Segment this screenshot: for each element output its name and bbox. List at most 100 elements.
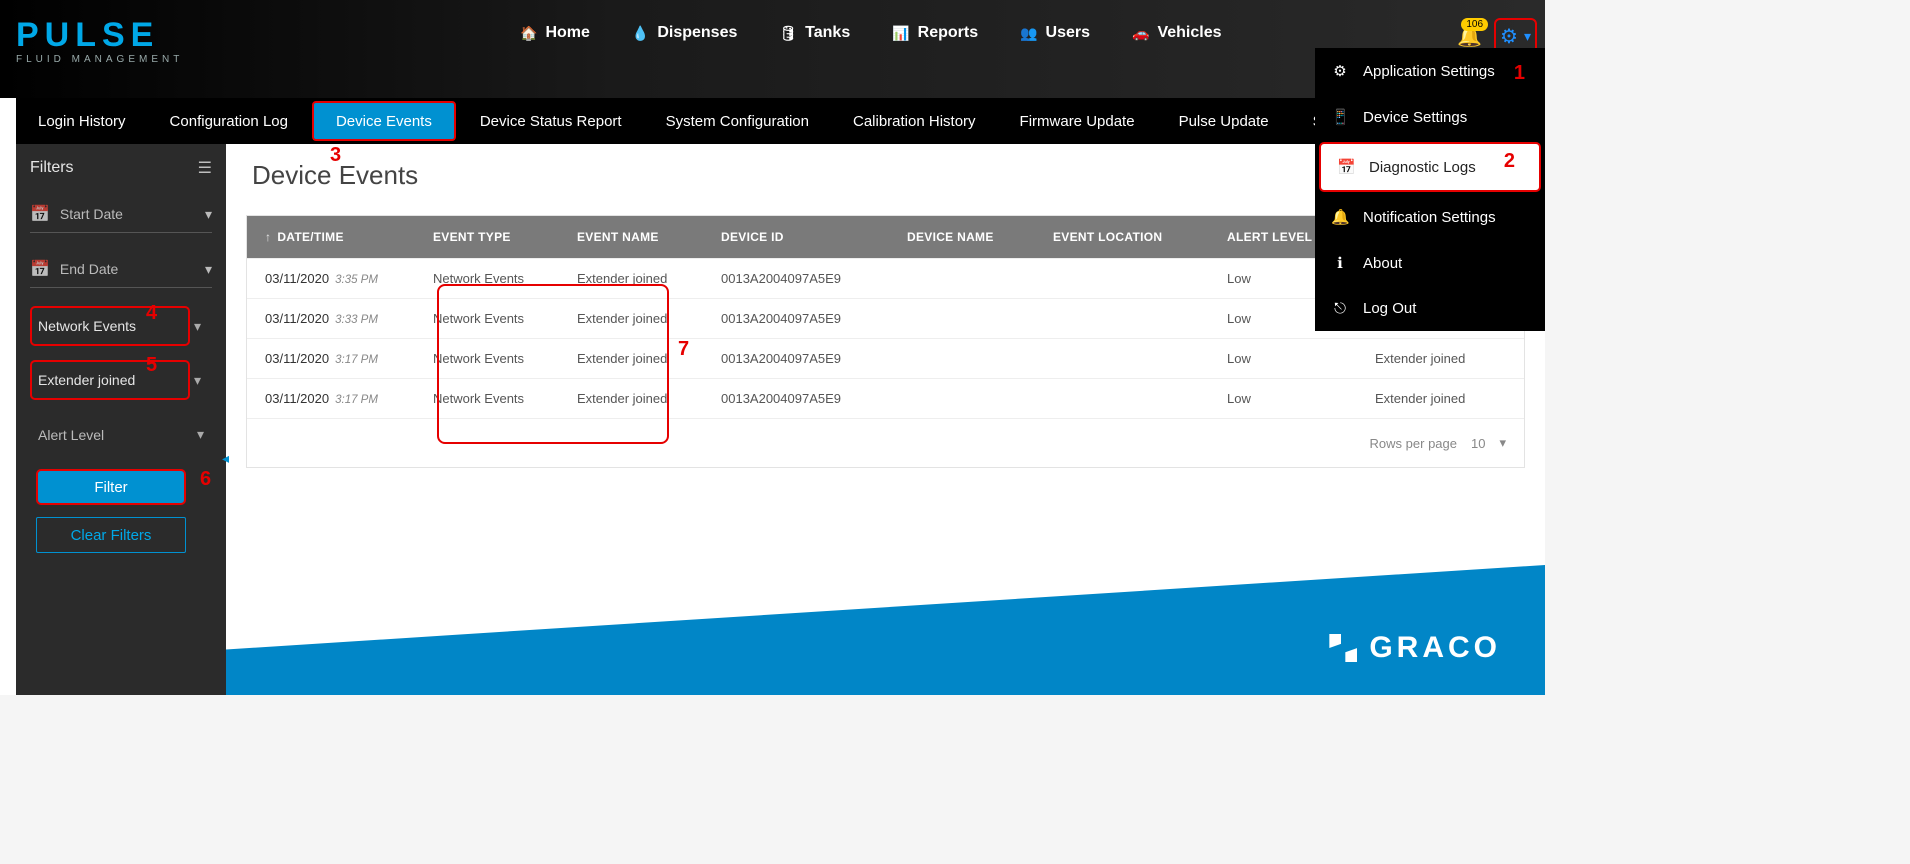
cell-extra: Extender joined bbox=[1375, 351, 1514, 366]
menu-log-out-label: Log Out bbox=[1363, 300, 1416, 317]
tab-pulse-update[interactable]: Pulse Update bbox=[1157, 98, 1291, 144]
calendar-icon: 📅 bbox=[1337, 158, 1355, 176]
cell-device-id: 0013A2004097A5E9 bbox=[721, 391, 907, 406]
top-header: PULSE FLUID MANAGEMENT 🏠Home 💧Dispenses … bbox=[0, 0, 1545, 98]
tab-firmware-update[interactable]: Firmware Update bbox=[998, 98, 1157, 144]
tab-system-configuration-label: System Configuration bbox=[666, 113, 809, 130]
header-datetime[interactable]: ↑ DATE/TIME bbox=[257, 230, 433, 244]
nav-tanks-label: Tanks bbox=[805, 24, 850, 42]
clear-filters-button[interactable]: Clear Filters bbox=[36, 517, 186, 553]
annotation-1: 1 bbox=[1514, 62, 1525, 85]
bell-small-icon: 🔔 bbox=[1331, 208, 1349, 226]
footer: GRACO bbox=[226, 565, 1545, 695]
users-icon: 👥 bbox=[1020, 25, 1037, 42]
filter-icon[interactable]: ☰ bbox=[198, 158, 212, 178]
header-event-type[interactable]: EVENT TYPE bbox=[433, 230, 577, 244]
cell-event-name: Extender joined bbox=[577, 391, 721, 406]
chevron-left-icon: ◂ bbox=[222, 450, 229, 467]
cell-device-name bbox=[907, 311, 1053, 326]
menu-diagnostic-logs-label: Diagnostic Logs bbox=[1369, 159, 1476, 176]
start-date-placeholder: Start Date bbox=[60, 206, 195, 222]
menu-device-settings-label: Device Settings bbox=[1363, 109, 1467, 126]
header-device-id[interactable]: DEVICE ID bbox=[721, 230, 907, 244]
cell-alert-level: Low bbox=[1227, 391, 1375, 406]
header-datetime-label: DATE/TIME bbox=[277, 230, 343, 244]
tab-device-events[interactable]: Device Events bbox=[312, 101, 456, 141]
tab-device-status-report-label: Device Status Report bbox=[480, 113, 622, 130]
chevron-down-icon: ▾ bbox=[197, 426, 204, 443]
cell-datetime: 03/11/20203:17 PM bbox=[257, 351, 433, 366]
tab-configuration-log-label: Configuration Log bbox=[170, 113, 288, 130]
menu-application-settings[interactable]: ⚙Application Settings bbox=[1315, 48, 1545, 94]
nav-tanks[interactable]: 🛢 Tanks bbox=[779, 24, 850, 42]
cell-extra: Extender joined bbox=[1375, 391, 1514, 406]
cell-event-location bbox=[1053, 311, 1227, 326]
menu-about[interactable]: ℹ About bbox=[1315, 240, 1545, 286]
logo: PULSE FLUID MANAGEMENT bbox=[16, 18, 183, 65]
info-icon: ℹ bbox=[1331, 254, 1349, 272]
home-icon: 🏠 bbox=[520, 25, 537, 42]
cell-event-name: Extender joined bbox=[577, 351, 721, 366]
tank-icon: 🛢 bbox=[779, 25, 797, 42]
cell-datetime: 03/11/20203:33 PM bbox=[257, 311, 433, 326]
nav-users[interactable]: 👥 Users bbox=[1020, 24, 1090, 42]
table-row[interactable]: 03/11/20203:17 PMNetwork EventsExtender … bbox=[247, 338, 1524, 378]
annotation-7: 7 bbox=[678, 338, 689, 361]
filter-button[interactable]: Filter bbox=[36, 469, 186, 505]
menu-device-settings[interactable]: 📱Device Settings bbox=[1315, 94, 1545, 140]
app-settings-icon: ⚙ bbox=[1331, 62, 1349, 80]
cell-device-id: 0013A2004097A5E9 bbox=[721, 351, 907, 366]
event-name-value: Extender joined bbox=[38, 372, 135, 388]
header-event-location[interactable]: EVENT LOCATION bbox=[1053, 230, 1227, 244]
nav-home[interactable]: 🏠Home bbox=[520, 24, 590, 42]
menu-log-out[interactable]: ⎋ Log Out bbox=[1315, 286, 1545, 331]
notifications-button[interactable]: 🔔 106 bbox=[1457, 24, 1482, 49]
menu-notification-settings[interactable]: 🔔Notification Settings bbox=[1315, 194, 1545, 240]
nav-vehicles[interactable]: 🚗Vehicles bbox=[1132, 24, 1221, 42]
cell-datetime: 03/11/20203:17 PM bbox=[257, 391, 433, 406]
main-nav: 🏠Home 💧Dispenses 🛢Tanks 📊Reports 👥Users … bbox=[520, 24, 1222, 42]
tab-configuration-log[interactable]: Configuration Log bbox=[148, 98, 310, 144]
nav-reports-label: Reports bbox=[918, 24, 978, 42]
cell-event-name: Extender joined bbox=[577, 271, 721, 286]
tab-system-configuration[interactable]: System Configuration bbox=[644, 98, 831, 144]
logout-icon: ⎋ bbox=[1331, 300, 1349, 317]
nav-dispenses[interactable]: 💧Dispenses bbox=[632, 24, 737, 42]
header-event-location-label: EVENT LOCATION bbox=[1053, 230, 1162, 244]
nav-reports[interactable]: 📊Reports bbox=[892, 24, 978, 42]
rows-per-page-value[interactable]: 10 bbox=[1471, 436, 1485, 451]
gear-icon: ⚙ bbox=[1500, 24, 1518, 49]
cell-event-type: Network Events bbox=[433, 311, 577, 326]
annotation-4: 4 bbox=[146, 302, 157, 325]
annotation-6: 6 bbox=[200, 468, 211, 491]
cell-device-id: 0013A2004097A5E9 bbox=[721, 271, 907, 286]
chevron-down-icon: ▾ bbox=[194, 318, 201, 335]
nav-users-label: Users bbox=[1046, 24, 1090, 42]
brand-name: GRACO bbox=[1369, 631, 1501, 665]
cell-event-type: Network Events bbox=[433, 351, 577, 366]
header-device-name-label: DEVICE NAME bbox=[907, 230, 994, 244]
calendar-icon: 📅 bbox=[30, 204, 50, 224]
filters-header: Filters ☰ bbox=[30, 158, 212, 178]
chevron-down-icon[interactable]: ▾ bbox=[1499, 435, 1506, 451]
alert-level-select[interactable]: Alert Level ▾ bbox=[30, 414, 212, 455]
tab-calibration-history[interactable]: Calibration History bbox=[831, 98, 998, 144]
filters-title: Filters bbox=[30, 159, 74, 177]
header-event-name[interactable]: EVENT NAME bbox=[577, 230, 721, 244]
drop-icon: 💧 bbox=[632, 25, 649, 42]
event-type-select[interactable]: Network Events ▾ bbox=[30, 306, 190, 346]
brand-footer: GRACO bbox=[1329, 631, 1501, 665]
start-date-input[interactable]: 📅 Start Date ▾ bbox=[30, 196, 212, 233]
end-date-placeholder: End Date bbox=[60, 261, 195, 277]
cell-device-name bbox=[907, 391, 1053, 406]
menu-about-label: About bbox=[1363, 255, 1402, 272]
end-date-input[interactable]: 📅 End Date ▾ bbox=[30, 251, 212, 288]
table-row[interactable]: 03/11/20203:17 PMNetwork EventsExtender … bbox=[247, 378, 1524, 418]
event-name-select[interactable]: Extender joined ▾ bbox=[30, 360, 190, 400]
tab-pulse-update-label: Pulse Update bbox=[1179, 113, 1269, 130]
tab-login-history[interactable]: Login History bbox=[16, 98, 148, 144]
header-device-name[interactable]: DEVICE NAME bbox=[907, 230, 1053, 244]
sort-asc-icon: ↑ bbox=[265, 230, 271, 244]
tab-device-status-report[interactable]: Device Status Report bbox=[458, 98, 644, 144]
cell-device-id: 0013A2004097A5E9 bbox=[721, 311, 907, 326]
